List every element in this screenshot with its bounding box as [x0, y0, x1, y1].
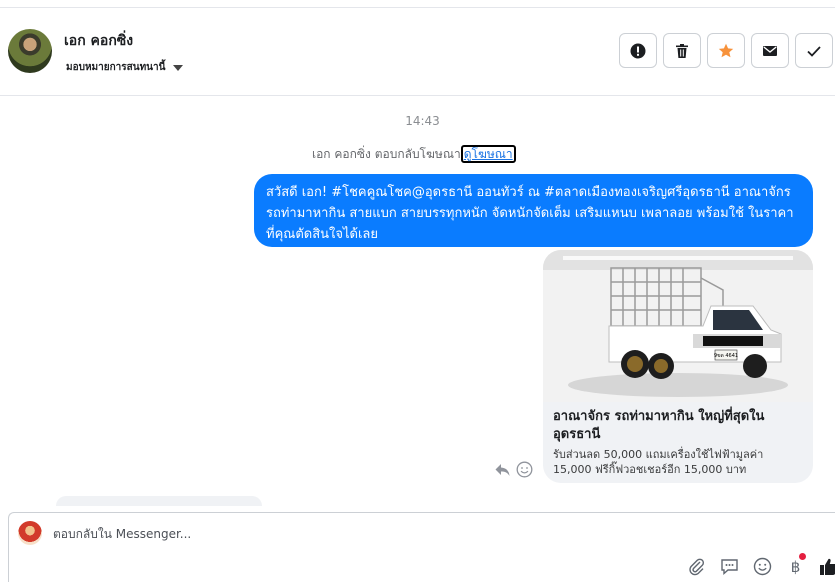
- svg-text:฿: ฿: [791, 558, 801, 576]
- pickup-truck-image: 9ขด 4641: [543, 250, 813, 402]
- view-ad-link[interactable]: ดูโฆษณา: [460, 145, 516, 163]
- mark-unread-button[interactable]: [751, 33, 789, 68]
- attach-icon[interactable]: [687, 557, 706, 576]
- incoming-message-bubble-partial: [56, 496, 262, 506]
- caret-down-icon: [173, 64, 184, 71]
- check-icon: [807, 45, 821, 57]
- contact-avatar[interactable]: [8, 29, 52, 73]
- ad-card-image: 9ขด 4641: [543, 250, 813, 402]
- ad-card-title: อาณาจักร รถท่ามาหากิน ใหญ่ที่สุดใน อุดรธ…: [553, 409, 765, 442]
- ad-card[interactable]: 9ขด 4641 อาณาจักร รถท่ามาหากิน ใหญ่ที่สุ…: [543, 250, 813, 483]
- like-icon[interactable]: [819, 557, 835, 576]
- react-emoji-icon[interactable]: [516, 461, 533, 478]
- mark-done-button[interactable]: [795, 33, 833, 68]
- mail-icon: [763, 45, 777, 56]
- conversation-header: เอก คอกซิ่ง มอบหมายการสนทนานี้: [0, 8, 835, 96]
- assign-conversation-dropdown[interactable]: มอบหมายการสนทนานี้: [66, 60, 184, 75]
- message-actions: [494, 461, 533, 478]
- mark-spam-button[interactable]: [619, 33, 657, 68]
- emoji-icon[interactable]: [753, 557, 772, 576]
- trash-icon: [676, 43, 688, 58]
- assign-label: มอบหมายการสนทนานี้: [66, 62, 166, 73]
- reply-input[interactable]: [53, 527, 553, 541]
- ad-card-text: อาณาจักร รถท่ามาหากิน ใหญ่ที่สุดใน อุดรธ…: [543, 402, 813, 483]
- contact-name[interactable]: เอก คอกซิ่ง: [64, 30, 133, 52]
- reply-icon[interactable]: [494, 461, 511, 478]
- notification-dot: [799, 553, 806, 560]
- page-avatar: [18, 521, 42, 545]
- composer-toolbar: ฿: [687, 553, 835, 576]
- ad-reply-note: เอก คอกซิ่ง ตอบกลับโฆษณา ดูโฆษณา: [312, 145, 516, 164]
- ad-card-subtitle: รับส่วนลด 50,000 แถมเครื่องใช้ไฟฟ้ามูลค่…: [553, 448, 764, 476]
- outgoing-message-bubble: สวัสดี เอก! #โชคคูณโชค@อุดรธานี ออนทัวร์…: [254, 174, 813, 247]
- saved-reply-icon[interactable]: [720, 557, 739, 576]
- star-button[interactable]: [707, 33, 745, 68]
- header-actions: [619, 33, 833, 68]
- ad-reply-text: เอก คอกซิ่ง ตอบกลับโฆษณา: [312, 147, 461, 161]
- delete-button[interactable]: [663, 33, 701, 68]
- star-icon: [718, 43, 734, 57]
- message-composer: ฿: [8, 512, 835, 582]
- license-plate: 9ขด 4641: [714, 353, 738, 359]
- alert-icon: [630, 43, 646, 58]
- message-timestamp: 14:43: [405, 114, 440, 128]
